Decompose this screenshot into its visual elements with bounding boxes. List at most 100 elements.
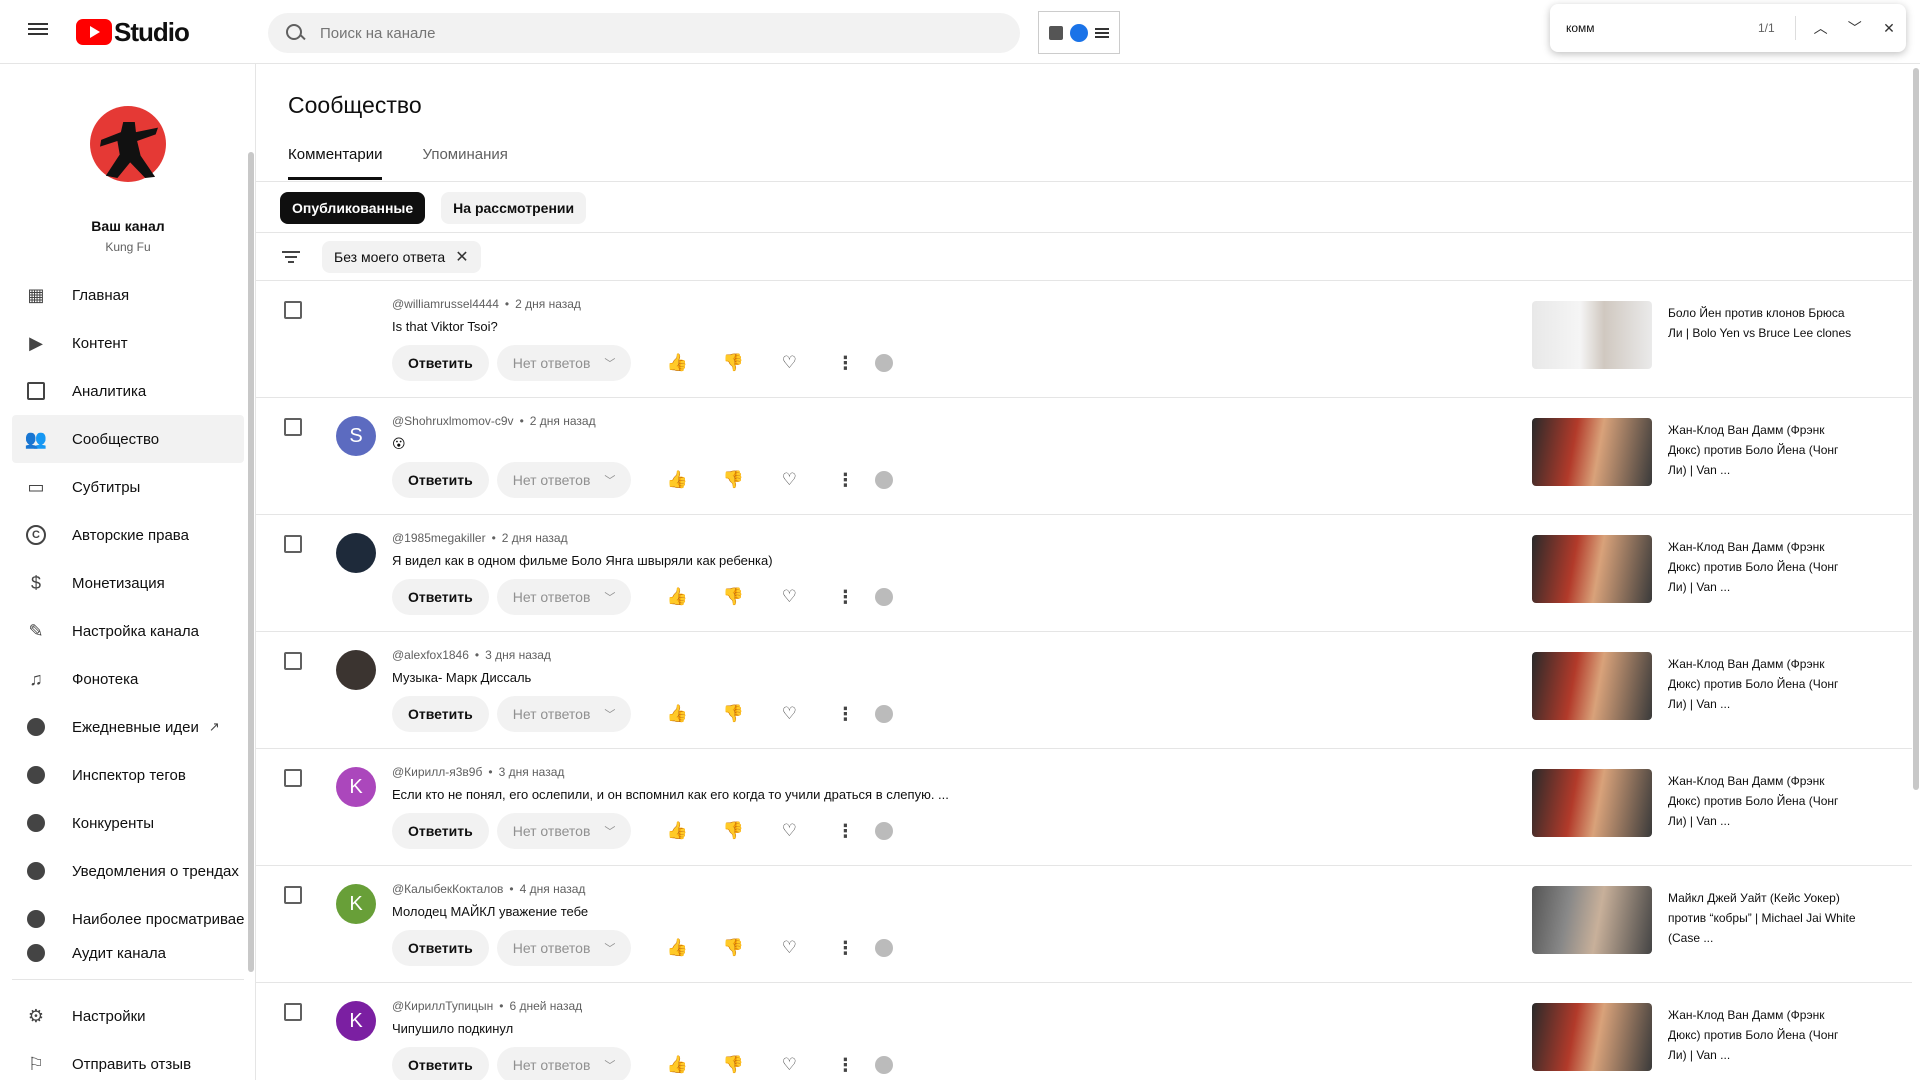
replies-dropdown[interactable]: Нет ответов ﹀ [496,930,632,966]
more-options-icon[interactable]: ⋮ [825,579,865,615]
filter-chip-no-reply[interactable]: Без моего ответа ✕ [322,241,481,273]
replies-dropdown[interactable]: Нет ответов ﹀ [496,345,632,381]
dislike-icon[interactable]: 👎 [713,462,753,498]
sidebar-item-customization[interactable]: ✎ Настройка канала [12,607,244,655]
video-title[interactable]: Жан-Клод Ван Дамм (Фрэнк Дюкс) против Бо… [1668,771,1858,831]
video-thumbnail[interactable] [1532,769,1652,837]
comment-author[interactable]: @Shohruxlmomov-c9v [392,414,514,428]
avatar[interactable] [336,533,376,573]
comment-time[interactable]: 2 дня назад [530,414,596,428]
sidebar-item-analytics[interactable]: Аналитика [12,367,244,415]
video-thumbnail[interactable] [1532,1003,1652,1071]
comment-author[interactable]: @alexfox1846 [392,648,469,662]
tab-comments[interactable]: Комментарии [288,146,383,180]
reply-button[interactable]: Ответить [392,930,489,966]
sidebar-item-copyright[interactable]: C Авторские права [12,511,244,559]
comment-checkbox[interactable] [284,418,302,436]
sidebar-item-monetization[interactable]: $ Монетизация [12,559,244,607]
avatar[interactable]: K [336,1001,376,1041]
dislike-icon[interactable]: 👎 [713,345,753,381]
reply-button[interactable]: Ответить [392,345,489,381]
video-title[interactable]: Жан-Клод Ван Дамм (Фрэнк Дюкс) против Бо… [1668,1005,1858,1065]
reply-button[interactable]: Ответить [392,462,489,498]
analytics-extension-icon[interactable] [1048,25,1063,40]
comment-time[interactable]: 3 дня назад [485,648,551,662]
more-options-icon[interactable]: ⋮ [825,345,865,381]
video-thumbnail[interactable] [1532,535,1652,603]
dislike-icon[interactable]: 👎 [713,1047,753,1080]
comment-checkbox[interactable] [284,886,302,904]
comment-checkbox[interactable] [284,1003,302,1021]
sidebar-item-channel-audit[interactable]: Аудит канала [12,943,244,963]
filter-icon[interactable] [280,249,302,265]
like-icon[interactable]: 👍 [657,579,697,615]
sidebar-item-dashboard[interactable]: ▦ Главная [12,271,244,319]
search-input[interactable] [320,24,920,42]
video-title[interactable]: Жан-Клод Ван Дамм (Фрэнк Дюкс) против Бо… [1668,654,1858,714]
video-title[interactable]: Жан-Клод Ван Дамм (Фрэнк Дюкс) против Бо… [1668,420,1858,480]
sidebar-item-feedback[interactable]: ⚐ Отправить отзыв [12,1040,244,1080]
sidebar-item-competitors[interactable]: Конкуренты [12,799,244,847]
like-icon[interactable]: 👍 [657,930,697,966]
avatar[interactable]: K [336,884,376,924]
replies-dropdown[interactable]: Нет ответов ﹀ [496,462,632,498]
extension-icon[interactable] [875,471,894,489]
dislike-icon[interactable]: 👎 [713,579,753,615]
comment-checkbox[interactable] [284,535,302,553]
comment-author[interactable]: @williamrussel4444 [392,297,499,311]
sidebar-item-tag-inspector[interactable]: Инспектор тегов [12,751,244,799]
sidebar-item-community[interactable]: 👥 Сообщество [12,415,244,463]
video-thumbnail[interactable] [1532,418,1652,486]
menu-icon[interactable] [24,20,52,44]
reply-button[interactable]: Ответить [392,813,489,849]
heart-icon[interactable]: ♡ [769,345,809,381]
more-options-icon[interactable]: ⋮ [825,462,865,498]
sidebar-item-daily-ideas[interactable]: Ежедневные идеи ↗ [12,703,244,751]
sidebar-item-most-viewed[interactable]: Наиболее просматривае [12,895,244,943]
studio-logo[interactable]: Studio [76,17,190,47]
search-bar[interactable] [268,13,1020,53]
like-icon[interactable]: 👍 [657,696,697,732]
comment-time[interactable]: 2 дня назад [502,531,568,545]
sidebar-item-content[interactable]: ▶ Контент [12,319,244,367]
heart-icon[interactable]: ♡ [769,930,809,966]
find-query[interactable]: комм [1566,21,1737,35]
sidebar-item-trend-alerts[interactable]: Уведомления о трендах [12,847,244,895]
extension-icon[interactable] [875,939,894,957]
comment-author[interactable]: @КалыбекКокталов [392,882,503,896]
extension-icon[interactable] [875,822,894,840]
heart-icon[interactable]: ♡ [769,1047,809,1080]
avatar[interactable] [336,650,376,690]
sidebar-scrollbar[interactable] [248,152,254,972]
video-title[interactable]: Майкл Джей Уайт (Кейс Уокер) против “коб… [1668,888,1858,948]
close-icon[interactable]: ✕ [1872,10,1906,46]
sidebar-item-audio-library[interactable]: ♫ Фонотека [12,655,244,703]
like-icon[interactable]: 👍 [657,345,697,381]
extension-icon[interactable] [875,705,894,723]
replies-dropdown[interactable]: Нет ответов ﹀ [496,696,632,732]
dislike-icon[interactable]: 👎 [713,813,753,849]
dislike-icon[interactable]: 👎 [713,930,753,966]
video-thumbnail[interactable] [1532,886,1652,954]
heart-icon[interactable]: ♡ [769,696,809,732]
video-title[interactable]: Боло Йен против клонов Брюса Ли | Bolo Y… [1668,303,1858,343]
plugin-extension-icon[interactable] [1069,23,1088,42]
extension-icon[interactable] [875,354,894,372]
like-icon[interactable]: 👍 [657,1047,697,1080]
more-options-icon[interactable]: ⋮ [825,696,865,732]
replies-dropdown[interactable]: Нет ответов ﹀ [496,579,632,615]
video-title[interactable]: Жан-Клод Ван Дамм (Фрэнк Дюкс) против Бо… [1668,537,1858,597]
replies-dropdown[interactable]: Нет ответов ﹀ [496,813,632,849]
comment-checkbox[interactable] [284,652,302,670]
avatar[interactable] [336,299,376,339]
chevron-down-icon[interactable]: ﹀ [1838,10,1872,46]
heart-icon[interactable]: ♡ [769,813,809,849]
chip-published[interactable]: Опубликованные [280,192,426,224]
video-thumbnail[interactable] [1532,652,1652,720]
reply-button[interactable]: Ответить [392,1047,489,1080]
comment-time[interactable]: 6 дней назад [509,999,582,1013]
tab-mentions[interactable]: Упоминания [422,146,507,180]
like-icon[interactable]: 👍 [657,462,697,498]
heart-icon[interactable]: ♡ [769,462,809,498]
sidebar-item-subtitles[interactable]: ▭ Субтитры [12,463,244,511]
